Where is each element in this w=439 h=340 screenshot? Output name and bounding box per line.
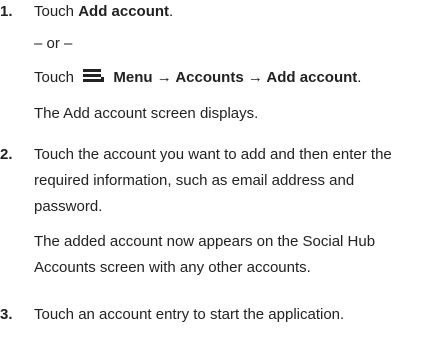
- step-number: 1.: [0, 3, 13, 20]
- step-number: 2.: [0, 146, 13, 163]
- step-1-result: The Add account screen displays.: [34, 105, 259, 122]
- punctuation: .: [169, 3, 174, 20]
- step-2-text-line: password.: [34, 198, 103, 215]
- punctuation: .: [357, 69, 362, 86]
- step-2-text-line: Touch the account you want to add and th…: [34, 146, 392, 163]
- step-1-instruction: Touch Add account.: [34, 2, 173, 22]
- step-2-text-line: required information, such as email addr…: [34, 172, 355, 189]
- step-3-text: Touch an account entry to start the appl…: [34, 306, 345, 323]
- instruction-text: Touch: [34, 3, 79, 20]
- step-2-result-line: The added account now appears on the Soc…: [34, 233, 376, 250]
- step-1-alt-instruction: Touch Menu → Accounts → Add account.: [34, 68, 361, 88]
- add-account-label: Add account: [78, 3, 170, 20]
- or-separator: – or –: [34, 35, 73, 52]
- menu-path-label: Menu → Accounts → Add account: [113, 69, 358, 86]
- instruction-text: Touch: [34, 69, 75, 86]
- step-2-result-line: Accounts screen with any other accounts.: [34, 259, 311, 276]
- menu-key-icon: [83, 68, 105, 84]
- step-number: 3.: [0, 306, 13, 323]
